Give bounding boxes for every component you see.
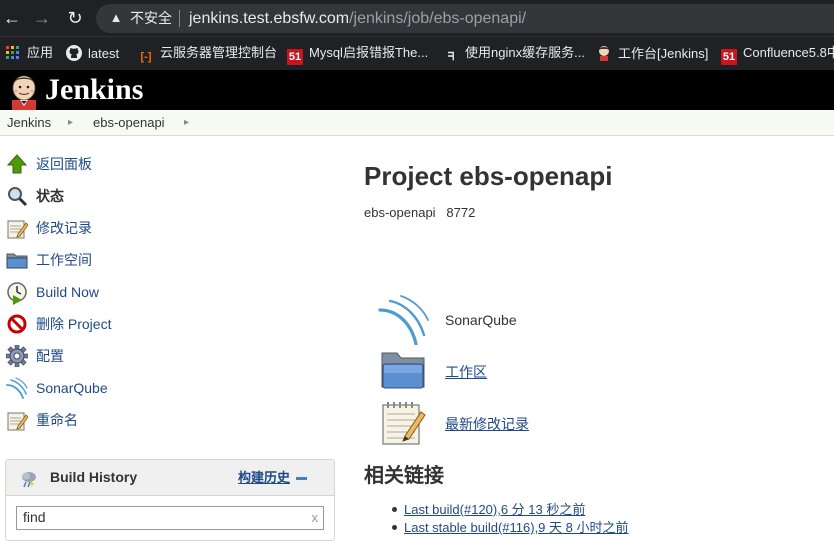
- warning-icon[interactable]: ▲: [108, 10, 124, 26]
- page-title: Project ebs-openapi: [364, 161, 613, 191]
- bookmark-label: 工作台[Jenkins]: [618, 46, 709, 61]
- breadcrumb: Jenkins ▸ ebs-openapi ▸: [0, 110, 834, 136]
- main-link-sonarqube[interactable]: SonarQube: [445, 312, 517, 328]
- bookmark-mysql[interactable]: 51 Mysql启报错报The...: [287, 45, 428, 65]
- main-link-workspace[interactable]: 工作区: [445, 364, 487, 380]
- folder-icon: [6, 249, 28, 271]
- build-trend-link[interactable]: 构建历史: [238, 469, 290, 486]
- clock-play-icon: [6, 281, 28, 305]
- jenkins-title[interactable]: Jenkins: [45, 72, 143, 108]
- sonarqube-icon: [6, 377, 28, 399]
- weather-cloud-icon: [19, 468, 39, 488]
- jenkins-butler-icon[interactable]: [6, 73, 42, 110]
- notepad-icon: [6, 217, 29, 239]
- security-label[interactable]: 不安全: [130, 10, 172, 27]
- build-history-title: Build History: [50, 469, 138, 485]
- breadcrumb-item-jenkins[interactable]: Jenkins: [7, 115, 51, 130]
- url-path: /jenkins/job/ebs-openapi/: [349, 10, 527, 27]
- bookmark-aliyun[interactable]: [-] 云服务器管理控制台: [138, 45, 278, 65]
- bullet-icon: [392, 525, 397, 530]
- gear-icon: [5, 344, 29, 368]
- task-label: 修改记录: [36, 220, 92, 236]
- main-link-recent-changes[interactable]: 最新修改记录: [445, 416, 529, 432]
- last-build-link[interactable]: Last build(#120),6 分 13 秒之前: [404, 502, 585, 517]
- bookmark-nginx[interactable]: ᖷ 使用nginx缓存服务...: [443, 45, 585, 65]
- bookmark-label: 使用nginx缓存服务...: [465, 45, 585, 60]
- build-history-panel: Build History 构建历史 x: [5, 459, 335, 541]
- github-icon: [66, 45, 82, 61]
- bookmark-latest[interactable]: latest: [66, 45, 119, 62]
- url-text[interactable]: jenkins.test.ebsfw.com/jenkins/job/ebs-o…: [189, 9, 526, 28]
- task-label: 状态: [36, 188, 64, 204]
- bookmark-label: 云服务器管理控制台: [160, 45, 278, 60]
- collapse-icon[interactable]: [296, 477, 307, 480]
- build-history-header: Build History 构建历史: [6, 460, 334, 496]
- 51cto-icon: 51: [721, 49, 737, 65]
- task-label: Build Now: [36, 284, 100, 300]
- bird-icon: ᖷ: [447, 51, 455, 63]
- omnibox-divider: [179, 10, 180, 27]
- bookmark-label: 应用: [27, 45, 54, 60]
- build-filter-field[interactable]: x: [16, 506, 324, 530]
- apps-grid-icon: [5, 46, 21, 62]
- breadcrumb-arrow-icon[interactable]: ▸: [68, 115, 73, 130]
- task-label: 删除 Project: [36, 316, 112, 332]
- aliyun-icon: [-]: [140, 51, 152, 63]
- breadcrumb-arrow-icon[interactable]: ▸: [184, 115, 189, 130]
- magnifier-icon: [6, 185, 28, 207]
- 51cto-icon: 51: [287, 49, 303, 65]
- address-bar[interactable]: ▲ 不安全 jenkins.test.ebsfw.com/jenkins/job…: [96, 4, 834, 33]
- notepad-icon: [6, 409, 29, 431]
- bookmark-label: Confluence5.8中: [743, 45, 834, 60]
- notepad-icon[interactable]: [381, 400, 427, 446]
- sonarqube-icon[interactable]: [378, 293, 430, 346]
- task-label: 返回面板: [36, 156, 92, 172]
- jenkins-butler-icon: [596, 45, 612, 61]
- folder-icon[interactable]: [380, 349, 426, 391]
- jenkins-header: Jenkins: [0, 70, 834, 110]
- bookmark-confluence[interactable]: 51 Confluence5.8中: [721, 45, 834, 65]
- clear-filter-icon[interactable]: x: [312, 509, 319, 527]
- task-label: 配置: [36, 348, 64, 364]
- bookmark-jenkins[interactable]: 工作台[Jenkins]: [596, 45, 708, 62]
- build-filter-input[interactable]: [17, 507, 303, 527]
- bookmarks-bar: 应用 latest [-] 云服务器管理控制台 51 Mysql启报错报The...…: [0, 36, 834, 71]
- reload-icon[interactable]: ↻: [63, 6, 87, 30]
- task-label: 重命名: [36, 412, 78, 428]
- url-host: jenkins.test.ebsfw.com: [189, 10, 350, 27]
- permalink-item: Last build(#120),6 分 13 秒之前: [392, 502, 585, 517]
- back-arrow-icon[interactable]: ←: [0, 6, 24, 30]
- forward-arrow-icon[interactable]: →: [30, 6, 54, 30]
- breadcrumb-item-project[interactable]: ebs-openapi: [93, 115, 165, 130]
- task-label: 工作空间: [36, 252, 92, 268]
- bookmark-apps[interactable]: 应用: [5, 45, 53, 62]
- task-label: SonarQube: [36, 380, 108, 396]
- bullet-icon: [392, 507, 397, 512]
- browser-toolbar: ← → ↻ ▲ 不安全 jenkins.test.ebsfw.com/jenki…: [0, 0, 834, 36]
- no-entry-icon: [6, 313, 28, 335]
- related-links-heading: 相关链接: [364, 465, 444, 487]
- bookmark-label: Mysql启报错报The...: [309, 45, 429, 60]
- project-description: ebs-openapi 8772: [364, 205, 476, 220]
- bookmark-label: latest: [88, 46, 120, 61]
- up-arrow-icon: [6, 153, 28, 175]
